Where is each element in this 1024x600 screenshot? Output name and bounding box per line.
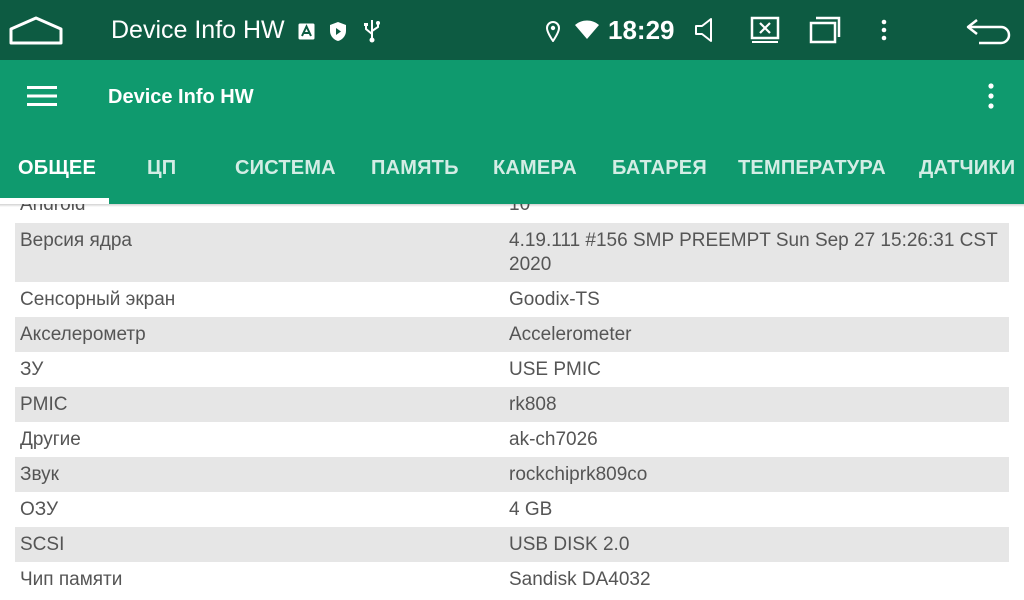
a-notification-icon	[297, 22, 315, 40]
recents-icon[interactable]	[808, 15, 842, 45]
list-row: PMIC rk808	[15, 387, 1009, 422]
row-value: USE PMIC	[509, 358, 601, 380]
tab-camera[interactable]: КАМЕРА	[493, 146, 577, 190]
list-row: Версия ядра 4.19.111 #156 SMP PREEMPT Su…	[15, 223, 1009, 282]
tab-sensors[interactable]: ДАТЧИКИ	[919, 146, 1015, 190]
overflow-menu-icon[interactable]	[980, 82, 1002, 110]
row-key: Сенсорный экран	[20, 288, 176, 310]
row-value: 4 GB	[509, 498, 553, 520]
row-value: ak-ch7026	[509, 428, 598, 450]
tab-memory[interactable]: ПАМЯТЬ	[371, 146, 459, 190]
row-value: 4.19.111 #156 SMP PREEMPT Sun Sep 27 15:…	[509, 230, 998, 275]
device-info-list[interactable]: Android 10 Версия ядра 4.19.111 #156 SMP…	[15, 204, 1009, 600]
volume-icon[interactable]	[692, 16, 718, 44]
list-row: Другие ak-ch7026	[15, 422, 1009, 457]
row-value: rk808	[509, 393, 557, 415]
row-key: Акселерометр	[20, 323, 146, 345]
row-key: Версия ядра	[20, 230, 132, 251]
more-vertical-icon[interactable]	[876, 18, 892, 42]
list-row: Сенсорный экран Goodix-TS	[15, 282, 1009, 317]
appbar-shadow	[0, 204, 1024, 207]
row-value: Goodix-TS	[509, 288, 600, 310]
row-key: PMIC	[20, 393, 68, 415]
shield-icon	[328, 20, 348, 42]
row-key: Чип памяти	[20, 568, 123, 590]
row-value: rockchiprk809co	[509, 463, 648, 485]
row-key: ОЗУ	[20, 498, 59, 520]
app-title: Device Info HW	[108, 86, 254, 108]
tab-general[interactable]: ОБЩЕЕ	[18, 146, 96, 190]
list-row: Акселерометр Accelerometer	[15, 317, 1009, 352]
list-row: ЗУ USE PMIC	[15, 352, 1009, 387]
status-app-title: Device Info HW	[111, 16, 285, 44]
list-row: SCSI USB DISK 2.0	[15, 527, 1009, 562]
list-row: Звук rockchiprk809co	[15, 457, 1009, 492]
location-icon	[544, 19, 562, 43]
row-key: Звук	[20, 463, 59, 485]
row-value: Accelerometer	[509, 323, 632, 345]
back-icon[interactable]	[964, 16, 1014, 46]
home-icon[interactable]	[8, 14, 64, 46]
list-row: ОЗУ 4 GB	[15, 492, 1009, 527]
usb-icon	[362, 19, 382, 43]
status-clock: 18:29	[608, 15, 675, 45]
tab-temperature[interactable]: ТЕМПЕРАТУРА	[738, 146, 886, 190]
row-key: SCSI	[20, 533, 65, 555]
row-value: USB DISK 2.0	[509, 533, 630, 555]
row-value: Sandisk DA4032	[509, 568, 651, 590]
tab-battery[interactable]: БАТАРЕЯ	[612, 146, 707, 190]
hamburger-menu-icon[interactable]	[26, 84, 58, 108]
tab-system[interactable]: СИСТЕМА	[235, 146, 336, 190]
tab-cpu[interactable]: ЦП	[147, 146, 176, 190]
wifi-icon	[574, 20, 600, 40]
screenshot-icon[interactable]	[749, 14, 781, 46]
row-key: ЗУ	[20, 358, 44, 380]
status-bar: Device Info HW 18:29	[0, 0, 1024, 60]
row-key: Другие	[20, 428, 81, 450]
tab-bar: ОБЩЕЕ ЦП СИСТЕМА ПАМЯТЬ КАМЕРА БАТАРЕЯ Т…	[0, 146, 1024, 204]
list-row: Чип памяти Sandisk DA4032	[15, 562, 1009, 597]
